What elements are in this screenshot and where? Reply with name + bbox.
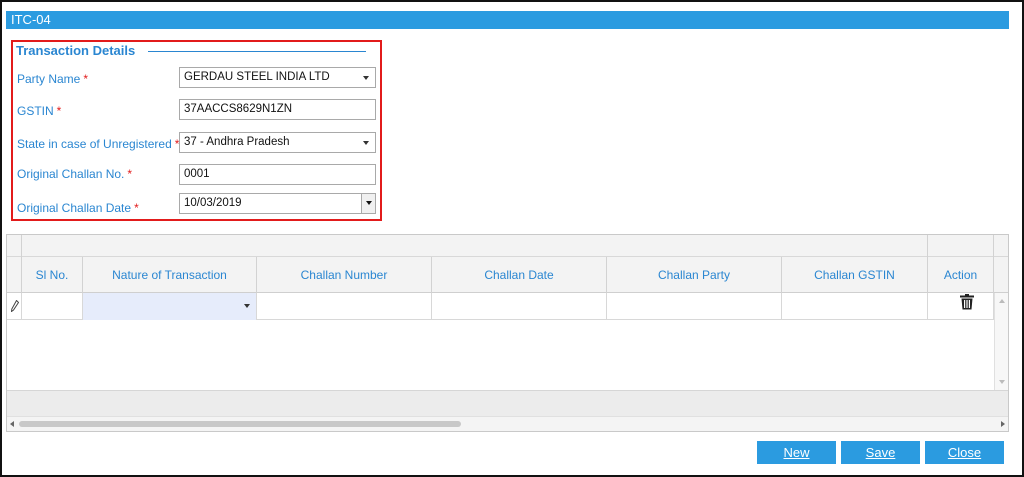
chevron-down-icon — [366, 201, 372, 205]
cell-action — [928, 293, 994, 320]
window-title: ITC-04 — [6, 11, 1009, 29]
transaction-details-legend: Transaction Details — [16, 43, 140, 58]
table-row[interactable] — [7, 293, 994, 320]
grid-divider — [927, 235, 928, 257]
scroll-thumb[interactable] — [19, 421, 461, 427]
gstin-label-text: GSTIN — [17, 104, 54, 118]
gstin-input[interactable]: 37AACCS8629N1ZN — [179, 99, 376, 120]
state-label-text: State in case of Unregistered — [17, 137, 172, 151]
legend-divider — [148, 51, 366, 52]
party-name-value: GERDAU STEEL INDIA LTD — [184, 71, 330, 83]
itc04-window: ITC-04 Transaction Details Party Name * G… — [0, 0, 1024, 477]
grid-column-headers: Sl No. Nature of Transaction Challan Num… — [7, 257, 1008, 293]
row-indicator — [7, 293, 22, 320]
cell-nature-select[interactable] — [83, 293, 257, 320]
column-header-challan-gstin[interactable]: Challan GSTIN — [782, 257, 928, 293]
row-indicator-header — [7, 257, 22, 293]
pencil-icon — [11, 300, 19, 312]
cell-sl-no[interactable] — [22, 293, 83, 320]
column-header-challan-party[interactable]: Challan Party — [607, 257, 782, 293]
challan-date-label: Original Challan Date * — [17, 201, 139, 215]
challan-date-picker[interactable]: 10/03/2019 — [179, 193, 376, 214]
gstin-label: GSTIN * — [17, 104, 61, 118]
column-header-action[interactable]: Action — [928, 257, 994, 293]
required-mark: * — [56, 104, 62, 118]
grid-divider — [993, 235, 994, 257]
column-header-sl-no[interactable]: Sl No. — [22, 257, 83, 293]
cell-challan-date[interactable] — [432, 293, 607, 320]
challan-no-input[interactable]: 0001 — [179, 164, 376, 185]
grid-divider — [21, 235, 22, 257]
chevron-down-icon[interactable] — [363, 76, 369, 80]
gstin-value: 37AACCS8629N1ZN — [184, 103, 293, 115]
grid-footer — [7, 390, 1008, 416]
column-header-challan-number[interactable]: Challan Number — [257, 257, 432, 293]
close-button[interactable]: Close — [925, 441, 1004, 464]
party-name-select[interactable]: GERDAU STEEL INDIA LTD — [179, 67, 376, 88]
party-name-label-text: Party Name — [17, 72, 81, 86]
column-header-challan-date[interactable]: Challan Date — [432, 257, 607, 293]
horizontal-scrollbar[interactable] — [7, 416, 1008, 431]
scroll-right-icon[interactable] — [1001, 421, 1005, 427]
save-button[interactable]: Save — [841, 441, 920, 464]
grid-group-header — [7, 235, 1008, 257]
column-header-nature[interactable]: Nature of Transaction — [83, 257, 257, 293]
cell-challan-gstin[interactable] — [782, 293, 928, 320]
cell-challan-party[interactable] — [607, 293, 782, 320]
cell-challan-number[interactable] — [257, 293, 432, 320]
state-select[interactable]: 37 - Andhra Pradesh — [179, 132, 376, 153]
scroll-up-icon[interactable] — [999, 299, 1005, 303]
required-mark: * — [83, 72, 89, 86]
required-mark: * — [127, 167, 133, 181]
challan-no-value: 0001 — [184, 168, 210, 180]
date-dropdown-button[interactable] — [361, 194, 375, 213]
scroll-down-icon[interactable] — [999, 380, 1005, 384]
new-button[interactable]: New — [757, 441, 836, 464]
vertical-scrollbar[interactable] — [994, 293, 1008, 390]
chevron-down-icon[interactable] — [363, 141, 369, 145]
challan-no-label: Original Challan No. * — [17, 167, 132, 181]
state-label: State in case of Unregistered * — [17, 137, 179, 151]
party-name-label: Party Name * — [17, 72, 88, 86]
trash-icon[interactable] — [960, 294, 974, 310]
state-value: 37 - Andhra Pradesh — [184, 136, 290, 148]
chevron-down-icon[interactable] — [244, 304, 250, 308]
required-mark: * — [134, 201, 139, 215]
transaction-grid: Sl No. Nature of Transaction Challan Num… — [6, 234, 1009, 432]
challan-no-label-text: Original Challan No. — [17, 167, 125, 181]
challan-date-value: 10/03/2019 — [184, 197, 242, 209]
challan-date-label-text: Original Challan Date — [17, 201, 132, 215]
scroll-left-icon[interactable] — [10, 421, 14, 427]
transaction-details-panel: Transaction Details Party Name * GERDAU S… — [11, 40, 382, 221]
